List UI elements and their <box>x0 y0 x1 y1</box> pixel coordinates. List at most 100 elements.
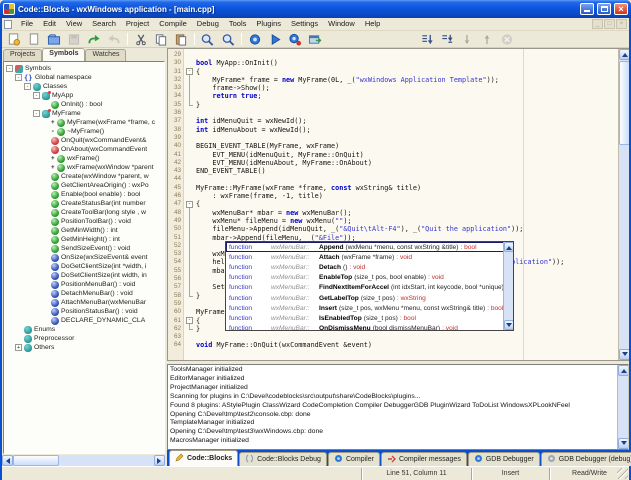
code-line[interactable]: BEGIN_EVENT_TABLE(MyFrame, wxFrame) <box>196 142 617 150</box>
find-button[interactable] <box>198 32 218 47</box>
resize-grip[interactable] <box>617 468 628 479</box>
sidebar-horizontal-scrollbar[interactable] <box>2 455 165 466</box>
tree-item[interactable]: +MyFrame(wxFrame *frame, c <box>4 118 164 127</box>
code-line[interactable] <box>196 175 617 183</box>
tree-item[interactable]: -~MyFrame() <box>4 127 164 136</box>
menu-settings[interactable]: Settings <box>286 18 323 30</box>
undo-button[interactable] <box>84 32 104 47</box>
code-line[interactable]: frame->Show(); <box>196 84 617 92</box>
tree-item[interactable]: AttachMenuBar(wxMenuBar <box>4 298 164 307</box>
menu-help[interactable]: Help <box>360 18 385 30</box>
mdi-close-button[interactable]: × <box>616 19 627 29</box>
log-tab-gdb-debugger-debug-[interactable]: GDB Debugger (debug) <box>541 452 631 466</box>
code-line[interactable]: int idMenuAbout = wxNewId(); <box>196 126 617 134</box>
tree-item[interactable]: Enable(bool enable) : bool <box>4 190 164 199</box>
tree-item[interactable]: +Others <box>4 343 164 352</box>
completion-item[interactable]: functionwxMenuBar::EnableTop(size_t pos,… <box>226 273 513 283</box>
compile-button[interactable] <box>245 32 265 47</box>
menu-file[interactable]: File <box>16 18 38 30</box>
tree-item[interactable]: PositionMenuBar() : void <box>4 280 164 289</box>
collapse-icon[interactable]: - <box>15 74 22 81</box>
minimize-button[interactable] <box>580 3 594 15</box>
tree-item[interactable]: -Symbols <box>4 64 164 73</box>
tree-item[interactable]: DoGetClientSize(int *width, i <box>4 262 164 271</box>
code-line[interactable]: MyFrame* frame = new MyFrame(0L, _("wxWi… <box>196 76 617 84</box>
completion-item[interactable]: functionwxMenuBar::FindNextItemForAccel(… <box>226 283 513 293</box>
scroll-down-button[interactable] <box>504 320 514 330</box>
code-line[interactable]: wxMenu* fileMenu = new wxMenu(""); <box>196 217 617 225</box>
tree-item[interactable]: CreateToolBar(long style , w <box>4 208 164 217</box>
close-button[interactable]: × <box>614 3 628 15</box>
tree-item[interactable]: -MyFrame <box>4 109 164 118</box>
popup-scrollbar[interactable] <box>503 242 513 330</box>
scroll-up-button[interactable] <box>618 365 629 376</box>
restore-button[interactable] <box>597 3 611 15</box>
completion-item[interactable]: functionwxMenuBar::IsEnabledTop(size_t p… <box>226 313 513 323</box>
tree-item[interactable]: Preprocessor <box>4 334 164 343</box>
collapse-icon[interactable]: - <box>33 92 40 99</box>
completion-item[interactable]: functionwxMenuBar::GetLabelTop(size_t po… <box>226 293 513 303</box>
tree-item[interactable]: SendSizeEvent() : void <box>4 244 164 253</box>
completion-item[interactable]: functionwxMenuBar::OnDismissMenu(bool di… <box>226 324 513 332</box>
code-line[interactable]: EVT_MENU(idMenuQuit, MyFrame::OnQuit) <box>196 151 617 159</box>
collapse-icon[interactable]: - <box>33 110 40 117</box>
log-vertical-scrollbar[interactable] <box>617 365 628 449</box>
menu-edit[interactable]: Edit <box>38 18 61 30</box>
scrollbar-thumb[interactable] <box>619 61 629 145</box>
tree-item[interactable]: Create(wxWindow *parent, w <box>4 172 164 181</box>
code-line[interactable]: END_EVENT_TABLE() <box>196 167 617 175</box>
scroll-down-button[interactable] <box>619 349 629 360</box>
scroll-left-button[interactable] <box>2 455 13 466</box>
log-tab-gdb-debugger[interactable]: GDB Debugger <box>468 452 540 466</box>
code-line[interactable]: { <box>196 200 617 208</box>
tree-item[interactable]: GetMinHeight() : int <box>4 235 164 244</box>
code-line[interactable]: int idMenuQuit = wxNewId(); <box>196 117 617 125</box>
scroll-up-button[interactable] <box>619 49 629 60</box>
collapse-icon[interactable]: - <box>24 83 31 90</box>
open-button[interactable] <box>44 32 64 47</box>
completion-item[interactable]: functionwxMenuBar::Detach(): void <box>226 262 513 272</box>
code-line[interactable]: return true; <box>196 92 617 100</box>
menu-debug[interactable]: Debug <box>192 18 224 30</box>
tree-item[interactable]: OnAbout(wxCommandEvent <box>4 145 164 154</box>
tree-item[interactable]: GetMinWidth() : int <box>4 226 164 235</box>
debugger-windows-button[interactable] <box>417 32 437 47</box>
tab-watches[interactable]: Watches <box>85 49 126 61</box>
mdi-restore-button[interactable]: □ <box>604 19 615 29</box>
rebuild-button[interactable] <box>305 32 325 47</box>
scroll-down-button[interactable] <box>618 438 629 449</box>
code-line[interactable] <box>196 134 617 142</box>
fold-collapse-button[interactable]: - <box>186 201 193 208</box>
code-line[interactable]: EVT_MENU(idMenuAbout, MyFrame::OnAbout) <box>196 159 617 167</box>
editor-vertical-scrollbar[interactable] <box>618 49 629 360</box>
tree-item[interactable]: OnInit() : bool <box>4 100 164 109</box>
collapse-icon[interactable]: - <box>6 65 13 72</box>
tree-item[interactable]: +wxFrame() <box>4 154 164 163</box>
completion-item[interactable]: functionwxMenuBar::Append(wxMenu *menu, … <box>226 242 513 252</box>
menu-tools[interactable]: Tools <box>224 18 252 30</box>
code-line[interactable]: wxMenuBar* mbar = new wxMenuBar(); <box>196 209 617 217</box>
tree-item[interactable]: PositionToolBar() : void <box>4 217 164 226</box>
code-line[interactable]: { <box>196 68 617 76</box>
scroll-right-button[interactable] <box>154 455 165 466</box>
menu-project[interactable]: Project <box>121 18 154 30</box>
log-tab-compiler-messages[interactable]: Compiler messages <box>381 452 467 466</box>
tree-item[interactable]: OnQuit(wxCommandEvent& <box>4 136 164 145</box>
code-line[interactable]: bool MyApp::OnInit() <box>196 59 617 67</box>
scroll-up-button[interactable] <box>504 242 514 252</box>
copy-button[interactable] <box>151 32 171 47</box>
code-line[interactable]: fileMenu->Append(idMenuQuit, _("&Quit\tA… <box>196 225 617 233</box>
fold-collapse-button[interactable]: - <box>186 317 193 324</box>
tree-item[interactable]: DoSetClientSize(int width, in <box>4 271 164 280</box>
completion-item[interactable]: functionwxMenuBar::Insert(size_t pos, wx… <box>226 303 513 313</box>
tree-item[interactable]: Enums <box>4 325 164 334</box>
tab-projects[interactable]: Projects <box>3 49 42 61</box>
log-tab-code-blocks[interactable]: Code::Blocks <box>169 450 238 466</box>
menu-compile[interactable]: Compile <box>154 18 192 30</box>
expand-icon[interactable]: + <box>15 344 22 351</box>
code-line[interactable]: MyFrame::MyFrame(wxFrame *frame, const w… <box>196 184 617 192</box>
scrollbar-thumb[interactable] <box>13 455 59 466</box>
fold-collapse-button[interactable]: - <box>186 68 193 75</box>
tree-item[interactable]: +wxFrame(wxWindow *parent <box>4 163 164 172</box>
tree-item[interactable]: OnSize(wxSizeEvent& event <box>4 253 164 262</box>
